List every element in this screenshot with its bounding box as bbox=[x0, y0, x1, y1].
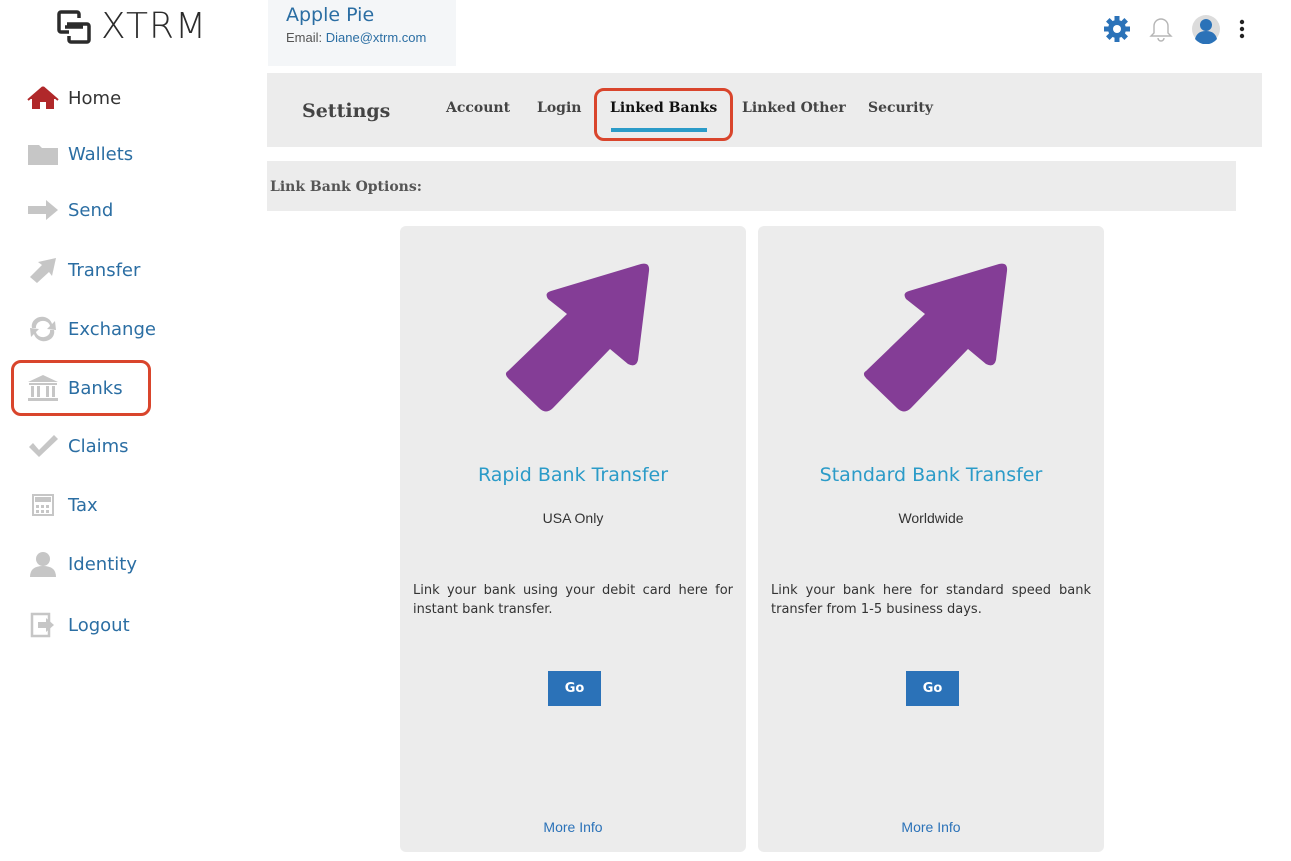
sidebar-item-label: Identity bbox=[68, 553, 137, 575]
sidebar-item-tax[interactable]: Tax bbox=[26, 485, 98, 525]
tab-account[interactable]: Account bbox=[446, 100, 510, 116]
purple-arrow-icon bbox=[505, 263, 650, 412]
standard-bank-transfer-card: Standard Bank Transfer Worldwide Link yo… bbox=[758, 226, 1104, 852]
settings-tabbar: Settings Account Login Linked Banks Link… bbox=[267, 73, 1262, 147]
sidebar-item-label: Transfer bbox=[68, 259, 141, 281]
sidebar-item-exchange[interactable]: Exchange bbox=[26, 309, 156, 349]
top-toolbar bbox=[1103, 14, 1245, 44]
sidebar-item-label: Claims bbox=[68, 435, 129, 457]
logout-icon bbox=[26, 610, 60, 640]
sidebar-item-logout[interactable]: Logout bbox=[26, 605, 130, 645]
arrow-right-icon bbox=[26, 195, 60, 225]
app-logo[interactable]: XTRM bbox=[55, 6, 207, 47]
settings-title: Settings bbox=[302, 100, 391, 122]
tab-security[interactable]: Security bbox=[868, 100, 933, 116]
rapid-go-button[interactable]: Go bbox=[548, 671, 601, 706]
sidebar-item-home[interactable]: Home bbox=[26, 78, 121, 118]
sidebar-item-wallets[interactable]: Wallets bbox=[26, 134, 133, 174]
exchange-icon bbox=[26, 314, 60, 344]
rapid-more-info-link[interactable]: More Info bbox=[400, 819, 746, 835]
transfer-arrow-icon bbox=[26, 255, 60, 285]
banks-highlight-box bbox=[11, 360, 151, 416]
sidebar-item-label: Wallets bbox=[68, 143, 134, 165]
sidebar-item-label: Send bbox=[68, 199, 114, 221]
logo-text: XTRM bbox=[101, 6, 208, 47]
sidebar-item-identity[interactable]: Identity bbox=[26, 544, 137, 584]
sidebar-item-label: Home bbox=[68, 87, 122, 109]
card-subtitle: USA Only bbox=[542, 510, 604, 526]
calculator-icon bbox=[26, 490, 60, 520]
card-subtitle: Worldwide bbox=[898, 510, 964, 526]
sidebar-item-label: Exchange bbox=[68, 318, 156, 340]
user-name: Apple Pie bbox=[286, 4, 375, 26]
sidebar-item-transfer[interactable]: Transfer bbox=[26, 250, 140, 290]
person-icon bbox=[26, 549, 60, 579]
sidebar-item-label: Tax bbox=[68, 494, 98, 516]
standard-go-button[interactable]: Go bbox=[906, 671, 959, 706]
linked-banks-highlight-box bbox=[594, 88, 733, 141]
standard-more-info-link[interactable]: More Info bbox=[758, 819, 1104, 835]
tab-login[interactable]: Login bbox=[537, 100, 581, 116]
card-title: Rapid Bank Transfer bbox=[477, 464, 669, 486]
card-description: Link your bank using your debit card her… bbox=[413, 583, 733, 617]
purple-arrow-icon bbox=[863, 263, 1008, 412]
settings-gear-icon[interactable] bbox=[1103, 15, 1131, 43]
user-info: Apple Pie Email: Diane@xtrm.com bbox=[268, 0, 456, 66]
home-icon bbox=[26, 83, 60, 113]
card-title: Standard Bank Transfer bbox=[819, 464, 1043, 486]
folder-icon bbox=[26, 139, 60, 169]
sidebar-item-label: Logout bbox=[68, 614, 130, 636]
rapid-bank-transfer-card: Rapid Bank Transfer USA Only Link your b… bbox=[400, 226, 746, 852]
link-bank-options-bar: Link Bank Options: bbox=[267, 161, 1236, 211]
link-bank-options-label: Link Bank Options: bbox=[270, 179, 422, 195]
checkmark-icon bbox=[26, 431, 60, 461]
card-description: Link your bank here for standard speed b… bbox=[771, 583, 1091, 617]
email-value: Diane@xtrm.com bbox=[325, 30, 427, 45]
user-avatar-icon[interactable] bbox=[1191, 14, 1221, 44]
sidebar-item-claims[interactable]: Claims bbox=[26, 426, 129, 466]
xtrm-logo-icon bbox=[57, 9, 91, 44]
sidebar-item-send[interactable]: Send bbox=[26, 190, 113, 230]
more-menu-icon[interactable] bbox=[1239, 19, 1245, 39]
notification-bell-icon[interactable] bbox=[1149, 16, 1173, 42]
tab-linked-other[interactable]: Linked Other bbox=[742, 100, 846, 116]
email-label: Email: bbox=[286, 30, 326, 45]
user-email: Email: Diane@xtrm.com bbox=[286, 30, 456, 45]
